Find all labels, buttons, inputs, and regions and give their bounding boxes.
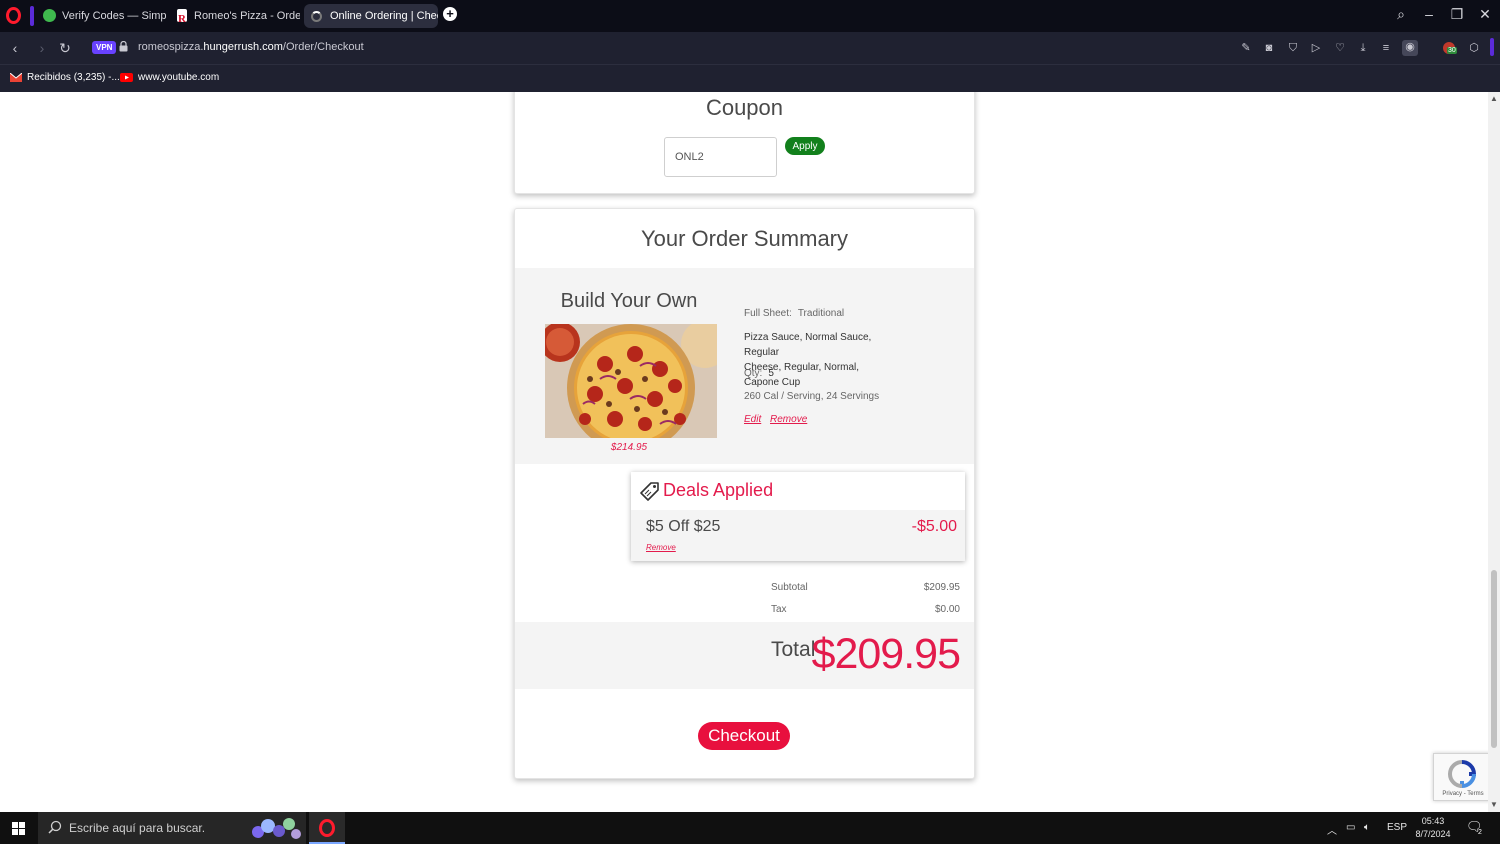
gmail-icon [10,72,22,82]
item-name: Build Your Own [560,290,698,312]
new-tab-button[interactable]: + [443,7,457,21]
scroll-up-icon[interactable]: ▲ [1489,94,1499,103]
cube-icon[interactable]: ⬡ [1467,41,1481,55]
edit-icon[interactable]: ✎ [1239,41,1253,55]
coupon-card: Coupon Apply [514,92,975,194]
tab-verify-codes[interactable]: Verify Codes — SimplyCo [36,4,166,28]
url-field[interactable]: romeospizza.hungerrush.com/Order/Checkou… [138,41,364,53]
taskbar-search[interactable]: Escribe aquí para buscar. [38,812,306,844]
recaptcha-badge[interactable]: Privacy - Terms [1433,753,1491,801]
camera-icon[interactable]: ◙ [1262,41,1276,55]
edit-item-link[interactable]: Edit [744,414,761,425]
search-highlight-icon [252,818,301,839]
scroll-thumb[interactable] [1491,570,1497,748]
play-icon[interactable]: ▷ [1309,41,1323,55]
profile-icon[interactable]: ◉ [1402,40,1418,56]
deal-amount: -$5.00 [911,518,957,535]
loading-spinner-icon [311,11,322,22]
item-quantity: Qty: 5 [744,368,774,379]
search-tabs-icon[interactable]: ⌕ [1391,6,1411,23]
vpn-badge[interactable]: VPN [92,41,117,54]
opera-menu-icon[interactable] [6,7,21,24]
language-indicator[interactable]: ESP [1387,822,1407,833]
deal-name: $5 Off $25 [646,518,721,535]
tray-chevron-icon[interactable]: ︿ [1327,822,1337,837]
deals-title: Deals Applied [663,480,774,500]
address-bar: ‹ › ↻ VPN romeospizza.hungerrush.com/Ord… [0,32,1500,64]
sidebar-accent [30,6,34,26]
apply-coupon-button[interactable]: Apply [785,137,825,155]
check-icon [43,9,56,22]
download-icon[interactable]: ⤓ [1356,41,1370,55]
tax-label: Tax [771,604,787,615]
page-content: Coupon Apply Your Order Summary Build Yo… [0,92,1500,812]
close-window-button[interactable]: ✕ [1475,6,1495,23]
youtube-icon [120,72,133,82]
tax-value: $0.00 [934,604,960,615]
coupon-title: Coupon [705,95,784,120]
search-icon [48,820,62,834]
extension-badge: 30 [1447,47,1457,54]
menu-icon[interactable]: ≡ [1379,41,1393,55]
recaptcha-links[interactable]: Privacy - Terms [1437,791,1489,797]
subtotal-value: $209.95 [923,582,960,593]
pizza-image [545,324,717,438]
total-label: Total [771,638,816,661]
tab-title: Verify Codes — SimplyCo [62,10,166,22]
tab-title: Romeo's Pizza - Order Aw [194,10,300,22]
recaptcha-icon [1447,760,1477,789]
shield-icon[interactable]: ⛉ [1286,41,1300,55]
clock-date: 8/7/2024 [1415,829,1451,839]
checkout-button[interactable]: Checkout [698,722,790,750]
restore-button[interactable]: ❐ [1447,6,1467,23]
minimize-button[interactable]: – [1419,6,1439,22]
order-item: Build Your Own $214.95 Full Sheet: Tradi… [515,268,974,464]
notification-count: 2 [1478,829,1482,836]
tab-romeos-pizza[interactable]: R Romeo's Pizza - Order Aw [168,4,300,28]
remove-deal-link[interactable]: Remove [646,543,676,552]
forward-button[interactable]: › [34,40,50,56]
back-button[interactable]: ‹ [7,40,23,56]
romeos-logo-icon: R [177,9,187,25]
taskbar-opera[interactable] [309,812,345,844]
deals-applied-box: Deals Applied $5 Off $25 -$5.00 Remove [631,472,965,561]
network-icon[interactable]: ▭ [1346,822,1355,833]
item-size: Full Sheet: Traditional [744,308,845,319]
browser-tab-bar: Verify Codes — SimplyCo R Romeo's Pizza … [0,0,1500,32]
total-value: $209.95 [811,630,961,678]
windows-taskbar: Escribe aquí para buscar. ︿ ▭ 🔈︎ ESP 05:… [0,812,1500,844]
svg-text:R: R [178,13,187,24]
coupon-input[interactable] [664,137,777,177]
heart-icon[interactable]: ♡ [1333,41,1347,55]
bookmark-gmail[interactable]: Recibidos (3,235) -... [10,72,120,83]
page-scrollbar[interactable]: ▲ ▼ [1488,92,1500,812]
deal-row: $5 Off $25 -$5.00 Remove [631,510,965,561]
windows-start-icon[interactable] [12,822,25,835]
remove-item-link[interactable]: Remove [770,414,807,425]
sidebar-accent [1490,38,1494,56]
clock[interactable]: 05:43 8/7/2024 [1412,815,1454,841]
order-summary-card: Your Order Summary Build Your Own $214.9… [514,208,975,779]
lock-icon[interactable] [119,41,128,52]
bookmarks-bar: Recibidos (3,235) -... www.youtube.com [0,64,1500,92]
subtotal-label: Subtotal [771,582,808,593]
search-placeholder: Escribe aquí para buscar. [69,821,206,835]
reload-button[interactable]: ↻ [57,40,73,57]
volume-icon[interactable]: 🔈︎ [1364,822,1370,833]
item-actions: Edit Remove [744,414,807,425]
opera-icon [319,819,335,837]
item-toppings: Pizza Sauce, Normal Sauce, Regular Cheese… [744,332,872,388]
order-summary-title: Your Order Summary [640,226,849,251]
bookmark-youtube[interactable]: www.youtube.com [120,72,219,83]
tab-online-ordering[interactable]: Online Ordering | Checko [304,4,438,28]
item-nutrition: 260 Cal / Serving, 24 Servings [744,391,880,402]
tab-title: Online Ordering | Checko [330,10,438,22]
clock-time: 05:43 [1421,816,1445,826]
item-price: $214.95 [610,442,648,453]
scroll-down-icon[interactable]: ▼ [1489,800,1499,809]
tag-icon [640,482,659,501]
total-row: Total $209.95 [515,622,974,689]
